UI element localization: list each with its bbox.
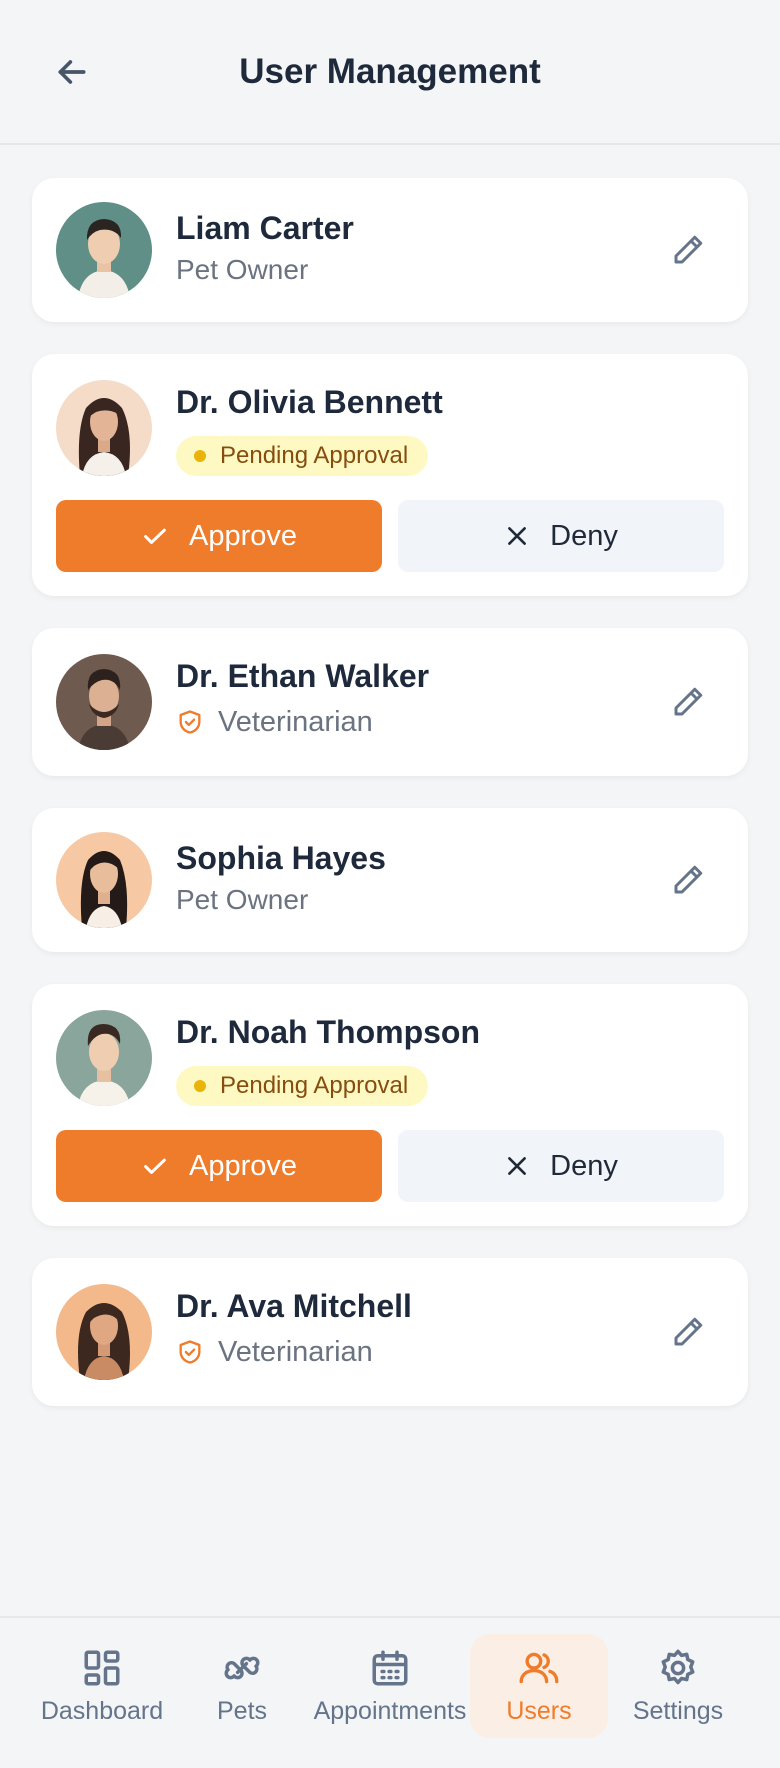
shield-check-icon xyxy=(179,1340,201,1364)
user-card-pending: Dr. Noah Thompson Pending Approval Appro… xyxy=(32,984,748,1226)
user-role: Pet Owner xyxy=(176,884,309,915)
check-icon xyxy=(144,528,166,544)
bottom-nav: Dashboard Pets Appointments Users Settin… xyxy=(0,1616,780,1768)
user-card: Sophia Hayes Pet Owner xyxy=(32,808,748,952)
nav-label: Appointments xyxy=(313,1696,467,1725)
user-name: Dr. Ethan Walker xyxy=(176,658,430,694)
nav-item-users[interactable]: Users xyxy=(470,1634,608,1738)
deny-button[interactable]: Deny xyxy=(398,1130,724,1202)
nav-item-appointments[interactable]: Appointments xyxy=(308,1634,472,1738)
bone-icon xyxy=(224,1656,260,1679)
nav-item-dashboard[interactable]: Dashboard xyxy=(32,1634,172,1738)
user-name: Dr. Ava Mitchell xyxy=(176,1288,412,1324)
edit-button[interactable] xyxy=(664,1308,712,1356)
user-name: Liam Carter xyxy=(176,210,354,246)
user-role-label: Veterinarian xyxy=(218,1336,373,1368)
status-badge: Pending Approval xyxy=(176,1066,429,1106)
shield-check-icon xyxy=(179,710,201,734)
user-name: Dr. Olivia Bennett xyxy=(176,384,443,420)
calendar-icon xyxy=(372,1650,408,1685)
status-dot xyxy=(194,450,206,462)
status-badge-label: Pending Approval xyxy=(220,442,409,469)
avatar xyxy=(56,380,152,476)
edit-button[interactable] xyxy=(664,856,712,904)
deny-button[interactable]: Deny xyxy=(398,500,724,572)
gear-icon xyxy=(661,1649,695,1684)
users-icon xyxy=(519,1652,559,1683)
user-card: Dr. Ethan Walker Veterinarian xyxy=(32,628,748,776)
status-badge: Pending Approval xyxy=(176,436,429,476)
user-name: Dr. Noah Thompson xyxy=(176,1014,480,1050)
approve-label: Approve xyxy=(188,519,297,552)
app-header: User Management xyxy=(0,0,780,145)
nav-item-pets[interactable]: Pets xyxy=(190,1634,294,1738)
user-card: Dr. Ava Mitchell Veterinarian xyxy=(32,1258,748,1406)
close-icon xyxy=(508,1157,527,1175)
check-icon xyxy=(144,1158,166,1174)
pencil-icon xyxy=(674,865,703,894)
pencil-icon xyxy=(674,1317,703,1346)
approve-button[interactable]: Approve xyxy=(56,1130,382,1202)
edit-button[interactable] xyxy=(664,226,712,274)
avatar xyxy=(56,1010,152,1106)
user-card: Liam Carter Pet Owner xyxy=(32,178,748,322)
pencil-icon xyxy=(674,235,703,264)
deny-label: Deny xyxy=(550,1149,618,1182)
user-role: Pet Owner xyxy=(176,254,309,285)
avatar xyxy=(56,832,152,928)
nav-item-settings[interactable]: Settings xyxy=(622,1634,734,1738)
status-badge-label: Pending Approval xyxy=(220,1072,409,1099)
user-role: Veterinarian xyxy=(176,704,373,740)
approve-button[interactable]: Approve xyxy=(56,500,382,572)
nav-label: Pets xyxy=(216,1696,268,1725)
user-role: Veterinarian xyxy=(176,1334,373,1370)
page-title: User Management xyxy=(239,52,541,91)
user-name: Sophia Hayes xyxy=(176,840,386,876)
nav-label: Users xyxy=(506,1696,572,1725)
avatar xyxy=(56,654,152,750)
edit-button[interactable] xyxy=(664,678,712,726)
user-role-label: Veterinarian xyxy=(218,706,373,738)
avatar xyxy=(56,1284,152,1380)
nav-label: Dashboard xyxy=(40,1696,164,1725)
status-dot xyxy=(194,1080,206,1092)
approve-label: Approve xyxy=(188,1149,297,1182)
user-card-pending: Dr. Olivia Bennett Pending Approval Appr… xyxy=(32,354,748,596)
deny-label: Deny xyxy=(550,519,618,552)
pencil-icon xyxy=(674,687,703,716)
nav-label: Settings xyxy=(632,1696,724,1725)
avatar xyxy=(56,202,152,298)
dashboard-icon xyxy=(84,1650,120,1685)
close-icon xyxy=(508,527,527,545)
